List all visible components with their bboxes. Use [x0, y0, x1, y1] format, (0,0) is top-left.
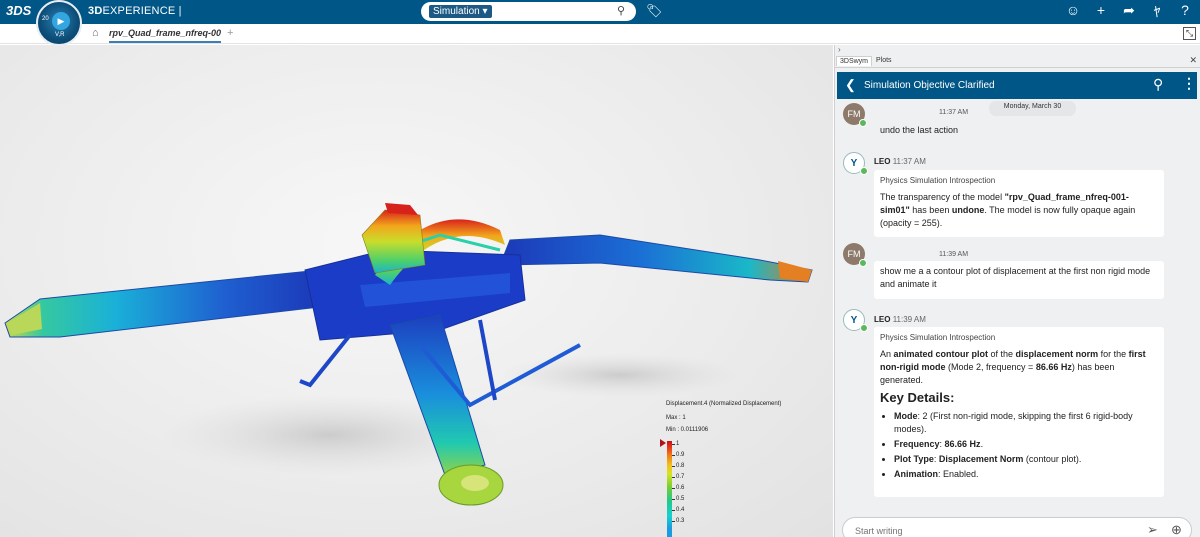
close-icon[interactable]: ✕: [1189, 55, 1197, 66]
avatar[interactable]: FM: [843, 243, 867, 267]
message-sender: LEO 11:39 AM: [874, 315, 926, 324]
send-icon[interactable]: ➢: [1147, 522, 1158, 537]
list-item: Frequency: 86.66 Hz.: [894, 438, 1158, 451]
avatar[interactable]: Y: [843, 152, 868, 175]
legend-tick: 0.5: [671, 496, 685, 502]
message-input[interactable]: [855, 524, 1105, 537]
message-text: An animated contour plot of the displace…: [880, 349, 1146, 385]
legend-tick: 0.8: [671, 463, 685, 469]
help-icon[interactable]: ?: [1176, 2, 1194, 22]
collapse-panel-icon[interactable]: ›: [838, 45, 841, 54]
apps-icon[interactable]: ﾔ: [1148, 2, 1166, 22]
message-subtitle: Physics Simulation Introspection: [880, 333, 996, 342]
search-input[interactable]: [493, 4, 603, 19]
legend-tick: 1: [671, 441, 680, 447]
panel-tabs: 3DSwym Plots ✕: [835, 55, 1200, 68]
date-separator: Monday, March 30: [989, 101, 1076, 116]
legend-max: Max : 1: [666, 415, 686, 421]
online-status-icon: [859, 119, 867, 127]
list-item: Animation: Enabled.: [894, 468, 1158, 481]
tab-3dswym[interactable]: 3DSwym: [836, 56, 873, 66]
message-text: undo the last action: [880, 125, 959, 135]
legend-pointer-icon[interactable]: [660, 439, 666, 447]
avatar[interactable]: FM: [843, 103, 867, 127]
search-bar[interactable]: Simulation ▾: [421, 2, 636, 21]
ds-logo-icon[interactable]: 3DS: [6, 3, 31, 18]
legend-tick: 0.4: [671, 507, 685, 513]
expand-icon[interactable]: ⤡: [1183, 27, 1196, 40]
more-menu-icon[interactable]: ⋮: [1182, 75, 1196, 92]
conversation-header: ❮ Simulation Objective Clarified ⚲ ⋮: [837, 72, 1197, 99]
details-list: Mode: 2 (First non-rigid mode, skipping …: [880, 410, 1158, 481]
online-status-icon: [859, 259, 867, 267]
list-item: Mode: 2 (First non-rigid mode, skipping …: [894, 410, 1158, 436]
brand-title: 3DEXPERIENCE |: [88, 5, 182, 17]
top-bar: 3DS 3DEXPERIENCE | Simulation ▾ ⚲ 🏷 ☺ + …: [0, 0, 1200, 24]
top-right-toolbar: ☺ + ➦ ﾔ ?: [1064, 2, 1194, 22]
displacement-legend: Displacement.4 (Normalized Displacement)…: [660, 401, 826, 537]
online-status-icon: [860, 167, 868, 175]
add-tab-button[interactable]: +: [227, 27, 233, 39]
legend-tick: 0.3: [671, 518, 685, 524]
message-heading: Key Details:: [880, 390, 955, 405]
add-icon[interactable]: +: [1092, 2, 1110, 22]
search-icon[interactable]: ⚲: [1153, 76, 1163, 93]
user-icon[interactable]: ☺: [1064, 2, 1082, 22]
tab-plots[interactable]: Plots: [873, 56, 895, 65]
message-text: The transparency of the model "rpv_Quad_…: [880, 192, 1136, 228]
compass-label: 20: [42, 16, 49, 22]
search-scope-dropdown[interactable]: Simulation ▾: [429, 5, 492, 18]
compass-vr-label: V,R: [55, 32, 65, 38]
message-composer[interactable]: ➢ ⊕: [842, 517, 1192, 537]
play-icon[interactable]: ▶: [52, 12, 70, 30]
tab-row: ⌂ rpv_Quad_frame_nfreq-00 + ⤡: [0, 24, 1200, 44]
message-time: 11:37 AM: [939, 109, 969, 116]
side-panel: › 3DSwym Plots ✕ ❮ Simulation Objective …: [834, 45, 1200, 537]
online-status-icon: [860, 324, 868, 332]
legend-tick: 0.9: [671, 452, 685, 458]
message-text: show me a a contour plot of displacement…: [874, 261, 1164, 299]
legend-tick: 0.6: [671, 485, 685, 491]
back-icon[interactable]: ❮: [845, 77, 856, 93]
message-bubble: Physics Simulation Introspection The tra…: [874, 170, 1164, 237]
3d-viewport[interactable]: Displacement.4 (Normalized Displacement)…: [0, 45, 833, 537]
avatar[interactable]: Y: [843, 309, 868, 332]
list-item: Plot Type: Displacement Norm (contour pl…: [894, 453, 1158, 466]
legend-min: Min : 0.0111906: [666, 427, 709, 433]
tab-model[interactable]: rpv_Quad_frame_nfreq-00: [109, 28, 221, 43]
compass-button[interactable]: 20 ▶ V,R: [36, 0, 82, 46]
globe-icon[interactable]: ⊕: [1171, 522, 1182, 537]
legend-title: Displacement.4 (Normalized Displacement): [666, 401, 782, 407]
message-subtitle: Physics Simulation Introspection: [880, 176, 996, 185]
message-sender: LEO 11:37 AM: [874, 157, 926, 166]
legend-tick: 0.7: [671, 474, 685, 480]
message-bubble: Physics Simulation Introspection An anim…: [874, 327, 1164, 497]
home-icon[interactable]: ⌂: [92, 27, 99, 39]
share-icon[interactable]: ➦: [1120, 2, 1138, 22]
search-icon[interactable]: ⚲: [617, 4, 625, 17]
conversation-title: Simulation Objective Clarified: [864, 80, 995, 91]
tag-icon[interactable]: 🏷: [646, 3, 663, 19]
message-time: 11:39 AM: [939, 251, 969, 258]
